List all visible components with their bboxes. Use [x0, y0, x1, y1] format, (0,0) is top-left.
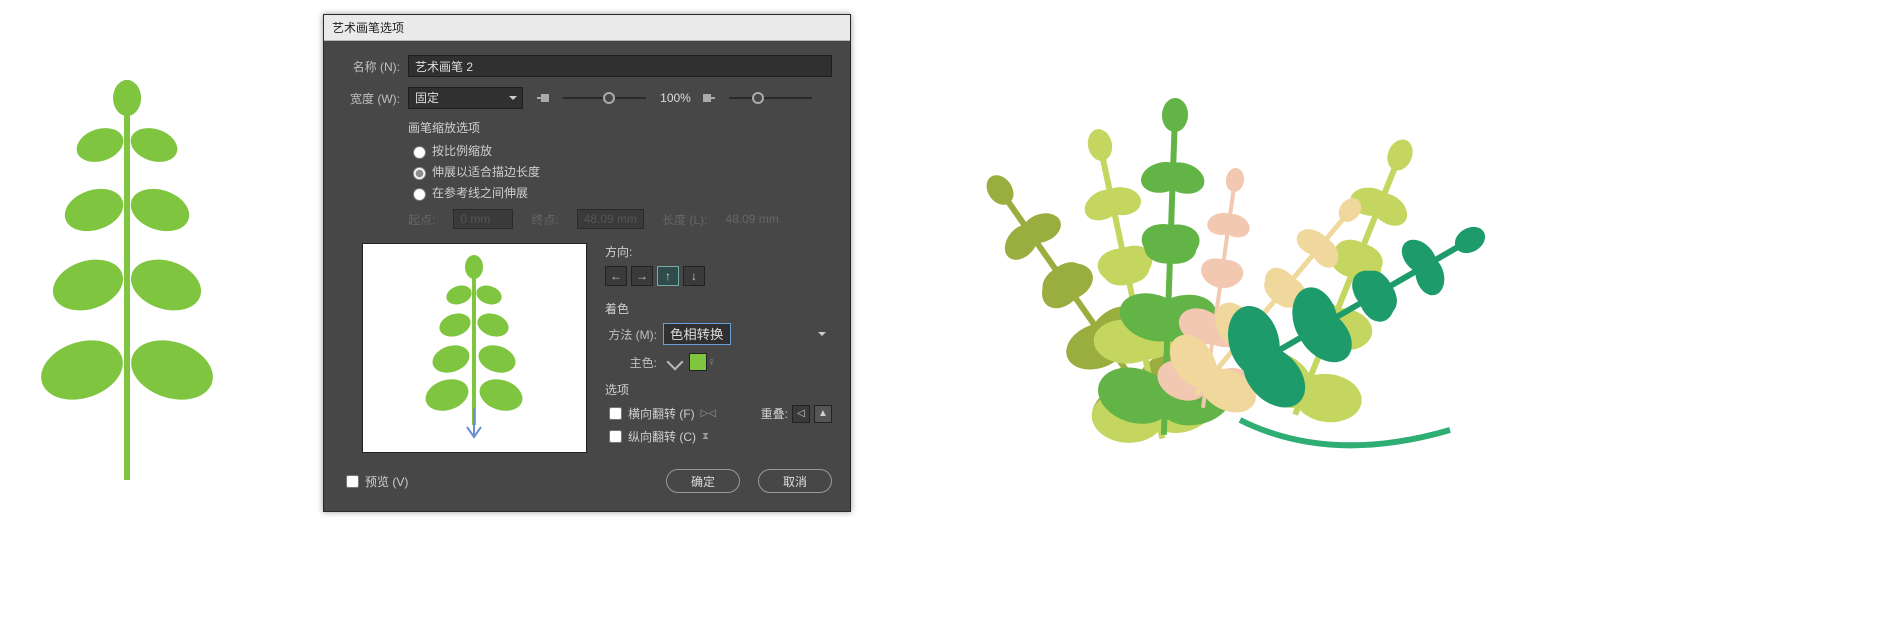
direction-right-button[interactable]: →: [631, 266, 653, 286]
options-label: 选项: [605, 381, 832, 398]
dialog-title: 艺术画笔选项: [324, 15, 850, 41]
keycolor-label: 主色:: [605, 354, 657, 371]
width-slider-left[interactable]: [563, 97, 646, 99]
colorize-tip-icon[interactable]: ♀: [707, 355, 716, 369]
direction-up-button[interactable]: ↑: [657, 266, 679, 286]
width-mode-select[interactable]: 固定: [408, 87, 523, 109]
guides-disabled-row: 起点:0 mm 终点:48.09 mm 长度 (L):48.09 mm: [408, 209, 832, 229]
scale-section-title: 画笔缩放选项: [408, 119, 832, 136]
art-brush-options-dialog: 艺术画笔选项 名称 (N): 宽度 (W): 固定 100%: [323, 14, 851, 512]
colorize-label: 着色: [605, 300, 832, 317]
scale-radio-proportional[interactable]: 按比例缩放: [408, 142, 832, 159]
direction-down-button[interactable]: ↓: [683, 266, 705, 286]
left-plant-illustration: [28, 50, 228, 493]
ok-button[interactable]: 确定: [666, 469, 740, 493]
width-percent: 100%: [660, 91, 691, 105]
right-bouquet-illustration: [930, 70, 1610, 543]
width-slider-right[interactable]: [729, 97, 812, 99]
direction-left-button[interactable]: ←: [605, 266, 627, 286]
name-label: 名称 (N):: [342, 58, 400, 75]
brush-preview: [362, 243, 587, 453]
colorize-method-select[interactable]: 色相转换: [663, 323, 731, 345]
method-label: 方法 (M):: [605, 326, 657, 343]
scale-radio-stretch-fit[interactable]: 伸展以适合描边长度: [408, 163, 832, 180]
overlap-option-a[interactable]: ◁: [792, 405, 810, 423]
flip-horizontal-checkbox[interactable]: 横向翻转 (F) ▷◁: [605, 404, 716, 423]
scale-radio-stretch-guides[interactable]: 在参考线之间伸展: [408, 184, 832, 201]
overlap-option-b[interactable]: ▲: [814, 405, 832, 423]
cancel-button[interactable]: 取消: [758, 469, 832, 493]
eyedropper-icon[interactable]: [667, 354, 683, 370]
direction-label: 方向:: [605, 243, 832, 260]
width-flip-right-icon[interactable]: [701, 90, 717, 106]
overlap-label: 重叠:: [761, 405, 788, 422]
width-flip-left-icon[interactable]: [535, 90, 551, 106]
keycolor-swatch[interactable]: [689, 353, 707, 371]
width-label: 宽度 (W):: [342, 90, 400, 107]
name-input[interactable]: [408, 55, 832, 77]
flip-vertical-checkbox[interactable]: 纵向翻转 (C) ⧗: [605, 427, 709, 446]
preview-checkbox[interactable]: 预览 (V): [342, 472, 408, 491]
